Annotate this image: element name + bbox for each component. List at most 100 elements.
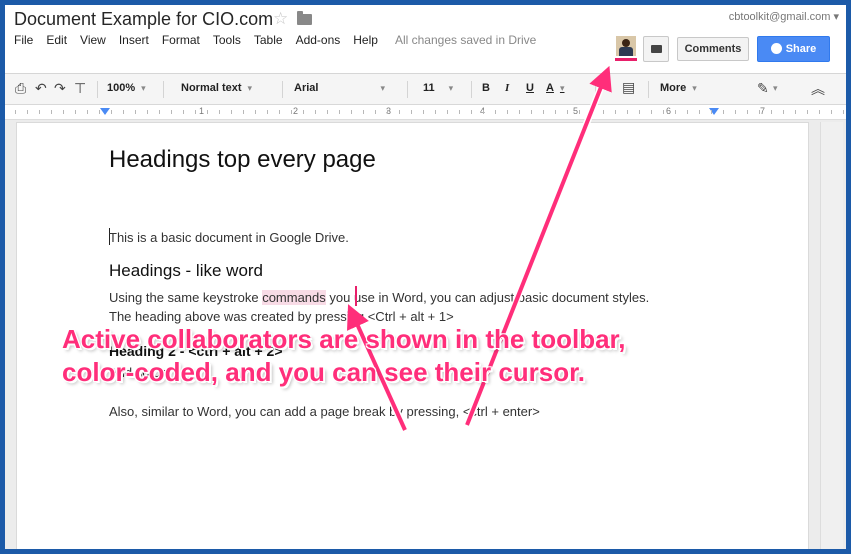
ruler-tick (255, 110, 256, 114)
ruler-tick (111, 110, 112, 114)
annotation-line: color-coded, and you can see their curso… (62, 357, 586, 387)
ruler-tick (831, 110, 832, 114)
menu-edit[interactable]: Edit (46, 33, 67, 47)
ruler-tick (99, 110, 100, 114)
chevron-down-icon: ▾ (773, 83, 778, 93)
ruler-tick (75, 110, 76, 114)
toolbar-divider (97, 81, 98, 98)
header: Document Example for CIO.com ☆ cbtoolkit… (5, 5, 846, 74)
ruler[interactable]: 1 2 3 4 5 6 7 (5, 105, 846, 120)
ruler-tick (279, 110, 280, 114)
ruler-tick (27, 110, 28, 114)
ruler-tick (363, 110, 364, 114)
ruler-number: 1 (199, 106, 205, 116)
chevron-down-icon: ▾ (559, 83, 565, 93)
menu-insert[interactable]: Insert (119, 33, 149, 47)
menu-format[interactable]: Format (162, 33, 200, 47)
ruler-tick (675, 110, 676, 114)
comment-icon[interactable]: ▤ (622, 79, 635, 96)
menu-file[interactable]: File (14, 33, 33, 47)
ruler-tick (183, 110, 184, 114)
ruler-tick (699, 110, 700, 114)
paragraph[interactable]: Using the same keystroke commands you us… (109, 290, 649, 305)
annotation-caption: Active collaborators are shown in the to… (62, 323, 762, 389)
redo-icon[interactable]: ↷ (54, 80, 66, 97)
ruler-tick (39, 110, 40, 114)
underline-button[interactable]: U (526, 82, 534, 94)
ruler-tick (723, 110, 724, 114)
menu-table[interactable]: Table (254, 33, 283, 47)
ruler-tick (819, 110, 820, 114)
bold-button[interactable]: B (482, 82, 490, 94)
heading-1[interactable]: Headings top every page (109, 146, 376, 174)
ruler-tick (519, 110, 520, 114)
chevron-down-icon: ▾ (692, 83, 697, 93)
italic-button[interactable]: I (505, 82, 509, 94)
document-title[interactable]: Document Example for CIO.com (14, 9, 273, 30)
paragraph-text: you use in Word, you can adjust basic do… (325, 290, 650, 305)
paragraph[interactable]: The heading above was created by pressin… (109, 309, 454, 324)
more-label: More (660, 82, 687, 94)
save-status: All changes saved in Drive (394, 33, 537, 47)
ruler-tick (651, 110, 652, 114)
ruler-tick (663, 110, 664, 114)
undo-icon[interactable]: ↶ (35, 80, 47, 97)
share-label: Share (785, 43, 817, 55)
ruler-tick (171, 110, 172, 114)
paragraph[interactable]: Also, similar to Word, you can add a pag… (109, 404, 540, 419)
menu-view[interactable]: View (80, 33, 106, 47)
ruler-tick (207, 110, 208, 114)
ruler-tick (471, 110, 472, 114)
print-icon[interactable]: ⎙ (15, 80, 26, 97)
collapse-icon[interactable]: ︽ (811, 79, 825, 99)
menu-help[interactable]: Help (353, 33, 378, 47)
text-color-button[interactable]: A ▾ (546, 82, 564, 94)
folder-icon[interactable] (297, 11, 312, 25)
share-button[interactable]: Share (757, 36, 830, 62)
ruler-tick (243, 110, 244, 114)
ruler-tick (807, 110, 808, 114)
ruler-number: 6 (666, 106, 672, 116)
menu-addons[interactable]: Add-ons (296, 33, 341, 47)
scrollbar[interactable] (820, 122, 843, 549)
editing-mode-dropdown[interactable]: ▾ (773, 82, 778, 94)
ruler-tick (375, 110, 376, 114)
zoom-value: 100% (107, 82, 136, 94)
chevron-down-icon: ▾ (141, 83, 146, 93)
font-value: Arial (294, 82, 319, 94)
heading-2[interactable]: Headings - like word (109, 261, 263, 281)
ruler-tick (147, 110, 148, 114)
ruler-tick (759, 110, 760, 114)
collaborator-cursor (355, 286, 357, 306)
pen-icon[interactable]: ✎ (757, 80, 769, 97)
comments-button[interactable]: Comments (677, 37, 749, 61)
chat-button[interactable] (643, 36, 669, 62)
highlighted-word: commands (262, 290, 326, 305)
toolbar-divider (648, 81, 649, 98)
paragraph[interactable]: This is a basic document in Google Drive… (109, 230, 349, 245)
ruler-tick (327, 110, 328, 114)
collaborator-avatar[interactable] (616, 36, 636, 56)
font-size-select[interactable]: 11 ▾ (423, 82, 453, 94)
zoom-select[interactable]: 100% ▾ (107, 82, 146, 94)
paragraph-style-value: Normal text (181, 82, 242, 94)
ruler-tick (231, 110, 232, 114)
paragraph-style-select[interactable]: Normal text ▾ (181, 82, 252, 94)
left-indent-marker[interactable] (100, 108, 110, 115)
font-select[interactable]: Arial ▾ (294, 82, 385, 94)
ruler-tick (555, 110, 556, 114)
account-email[interactable]: cbtoolkit@gmail.com ▾ (729, 10, 839, 23)
ruler-tick (639, 110, 640, 114)
annotation-line: Active collaborators are shown in the to… (62, 324, 626, 354)
ruler-tick (339, 110, 340, 114)
ruler-tick (51, 110, 52, 114)
star-icon[interactable]: ☆ (273, 9, 288, 29)
more-button[interactable]: More ▾ (660, 82, 697, 94)
ruler-tick (495, 110, 496, 114)
menu-tools[interactable]: Tools (213, 33, 241, 47)
paint-format-icon[interactable]: ⊤ (74, 80, 86, 97)
formatting-toolbar: ⎙ ↶ ↷ ⊤ 100% ▾ Normal text ▾ Arial ▾ 11 ▾ B … (5, 74, 846, 105)
ruler-tick (687, 110, 688, 114)
menu-bar: File Edit View Insert Format Tools Table… (14, 33, 536, 47)
ruler-tick (795, 110, 796, 114)
